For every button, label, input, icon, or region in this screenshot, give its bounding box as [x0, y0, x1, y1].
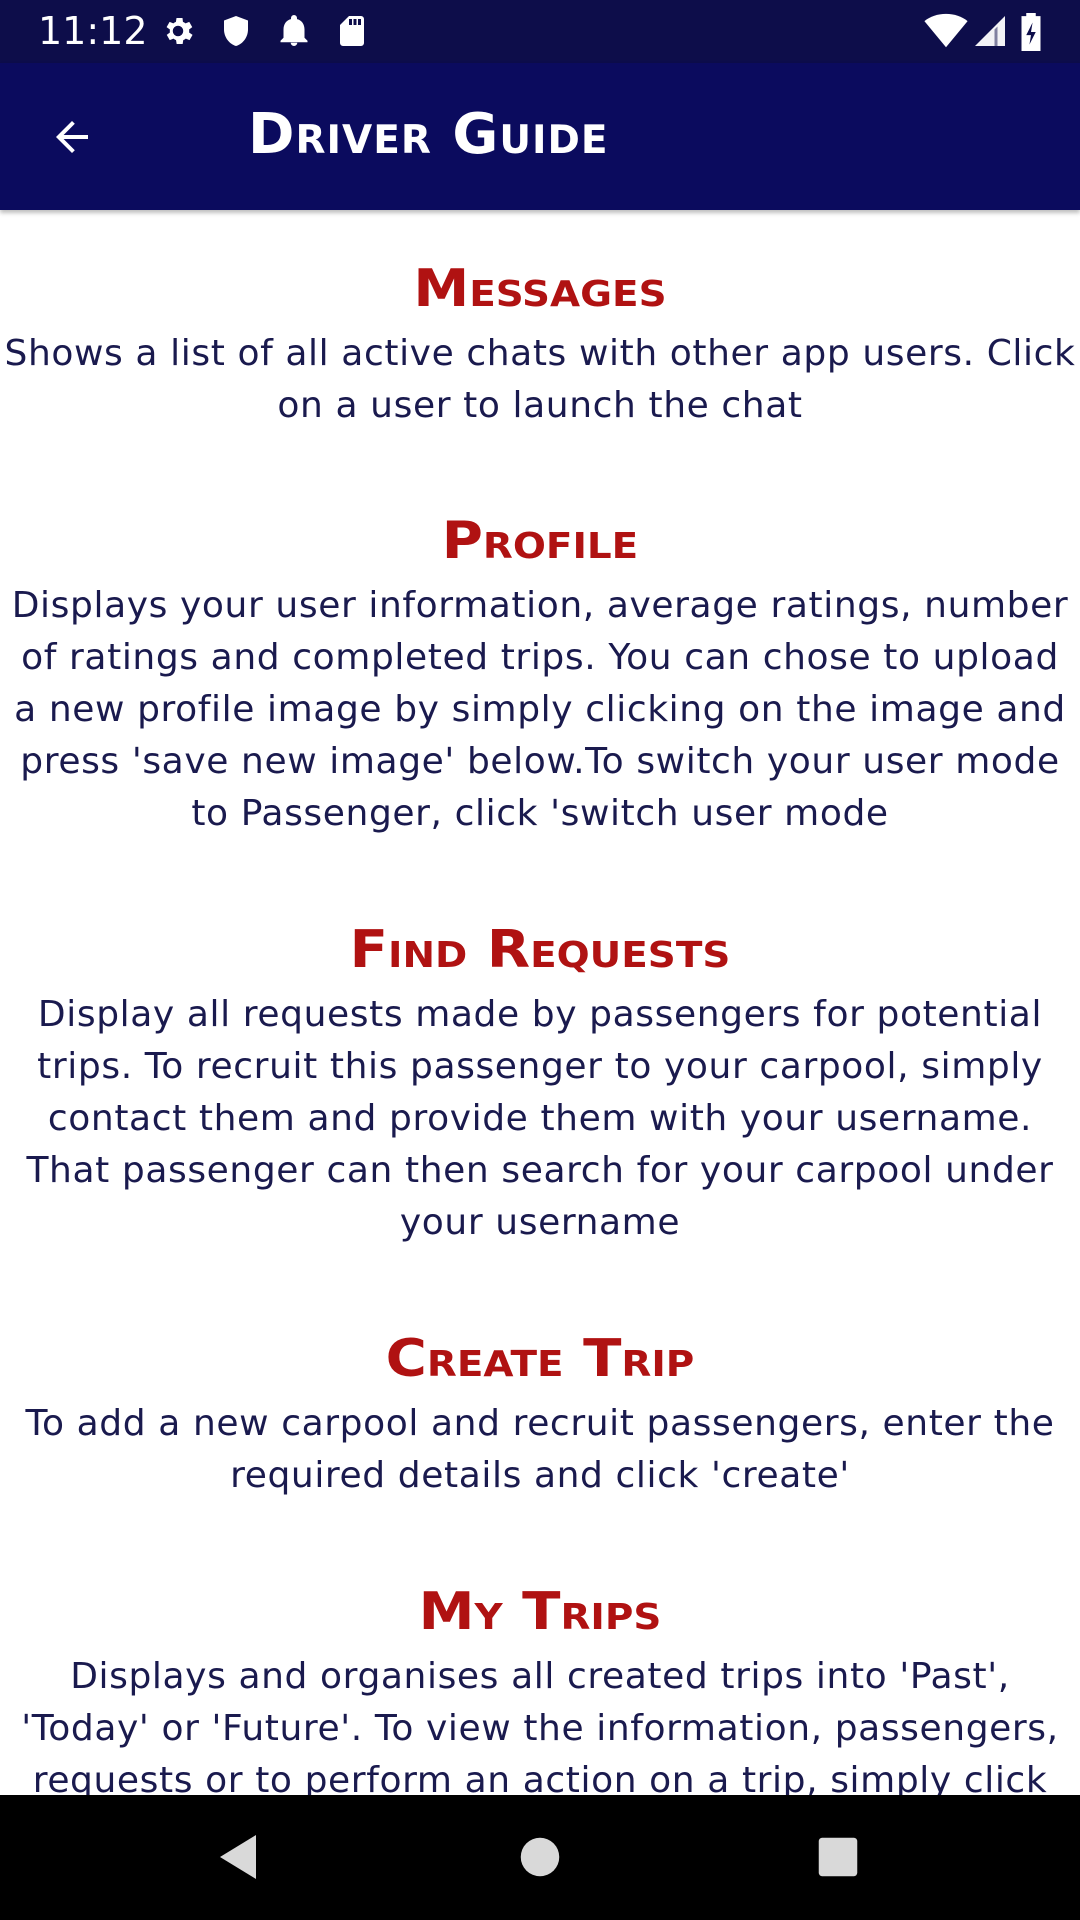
section-text: Shows a list of all active chats with ot… [4, 333, 1076, 426]
shield-icon [218, 13, 254, 49]
app-bar: Driver Guide [0, 63, 1080, 210]
battery-charging-icon [1016, 13, 1046, 51]
status-bar: 11:12 [0, 0, 1080, 63]
section-title: My Trips [418, 1582, 662, 1642]
back-button[interactable] [34, 99, 110, 175]
nav-back-button[interactable] [208, 1827, 268, 1887]
driver-guide-screen: 11:12 Driver Guide Messages Shows a list… [0, 0, 1080, 1920]
nav-recents-button[interactable] [808, 1827, 868, 1887]
system-nav-bar [0, 1795, 1080, 1920]
back-triangle-icon [220, 1835, 256, 1879]
nav-home-button[interactable] [510, 1827, 570, 1887]
sd-card-icon [334, 13, 370, 49]
bell-icon [276, 13, 312, 49]
status-time: 11:12 [38, 9, 148, 53]
section-title: Messages [413, 259, 667, 319]
gear-icon [160, 13, 196, 49]
guide-section-messages: Messages Shows a list of all active chat… [0, 258, 1080, 432]
home-circle-icon [520, 1837, 560, 1877]
section-title: Create Trip [385, 1329, 695, 1389]
guide-content-scroll[interactable]: Messages Shows a list of all active chat… [0, 213, 1080, 1795]
page-title: Driver Guide [248, 102, 609, 167]
section-text: Displays and organises all created trips… [21, 1656, 1059, 1795]
signal-icon [972, 13, 1008, 49]
guide-section-find-requests: Find Requests Display all requests made … [0, 919, 1080, 1249]
section-title: Profile [441, 511, 639, 571]
guide-section-my-trips: My Trips Displays and organises all crea… [0, 1581, 1080, 1795]
section-text: To add a new carpool and recruit passeng… [25, 1403, 1055, 1496]
section-title: Find Requests [349, 920, 731, 980]
guide-section-profile: Profile Displays your user information, … [0, 510, 1080, 840]
guide-section-create-trip: Create Trip To add a new carpool and rec… [0, 1328, 1080, 1502]
wifi-icon [924, 13, 968, 49]
section-text: Displays your user information, average … [11, 585, 1069, 834]
section-text: Display all requests made by passengers … [26, 994, 1054, 1243]
arrow-back-icon [56, 121, 88, 153]
recents-square-icon [818, 1837, 858, 1877]
